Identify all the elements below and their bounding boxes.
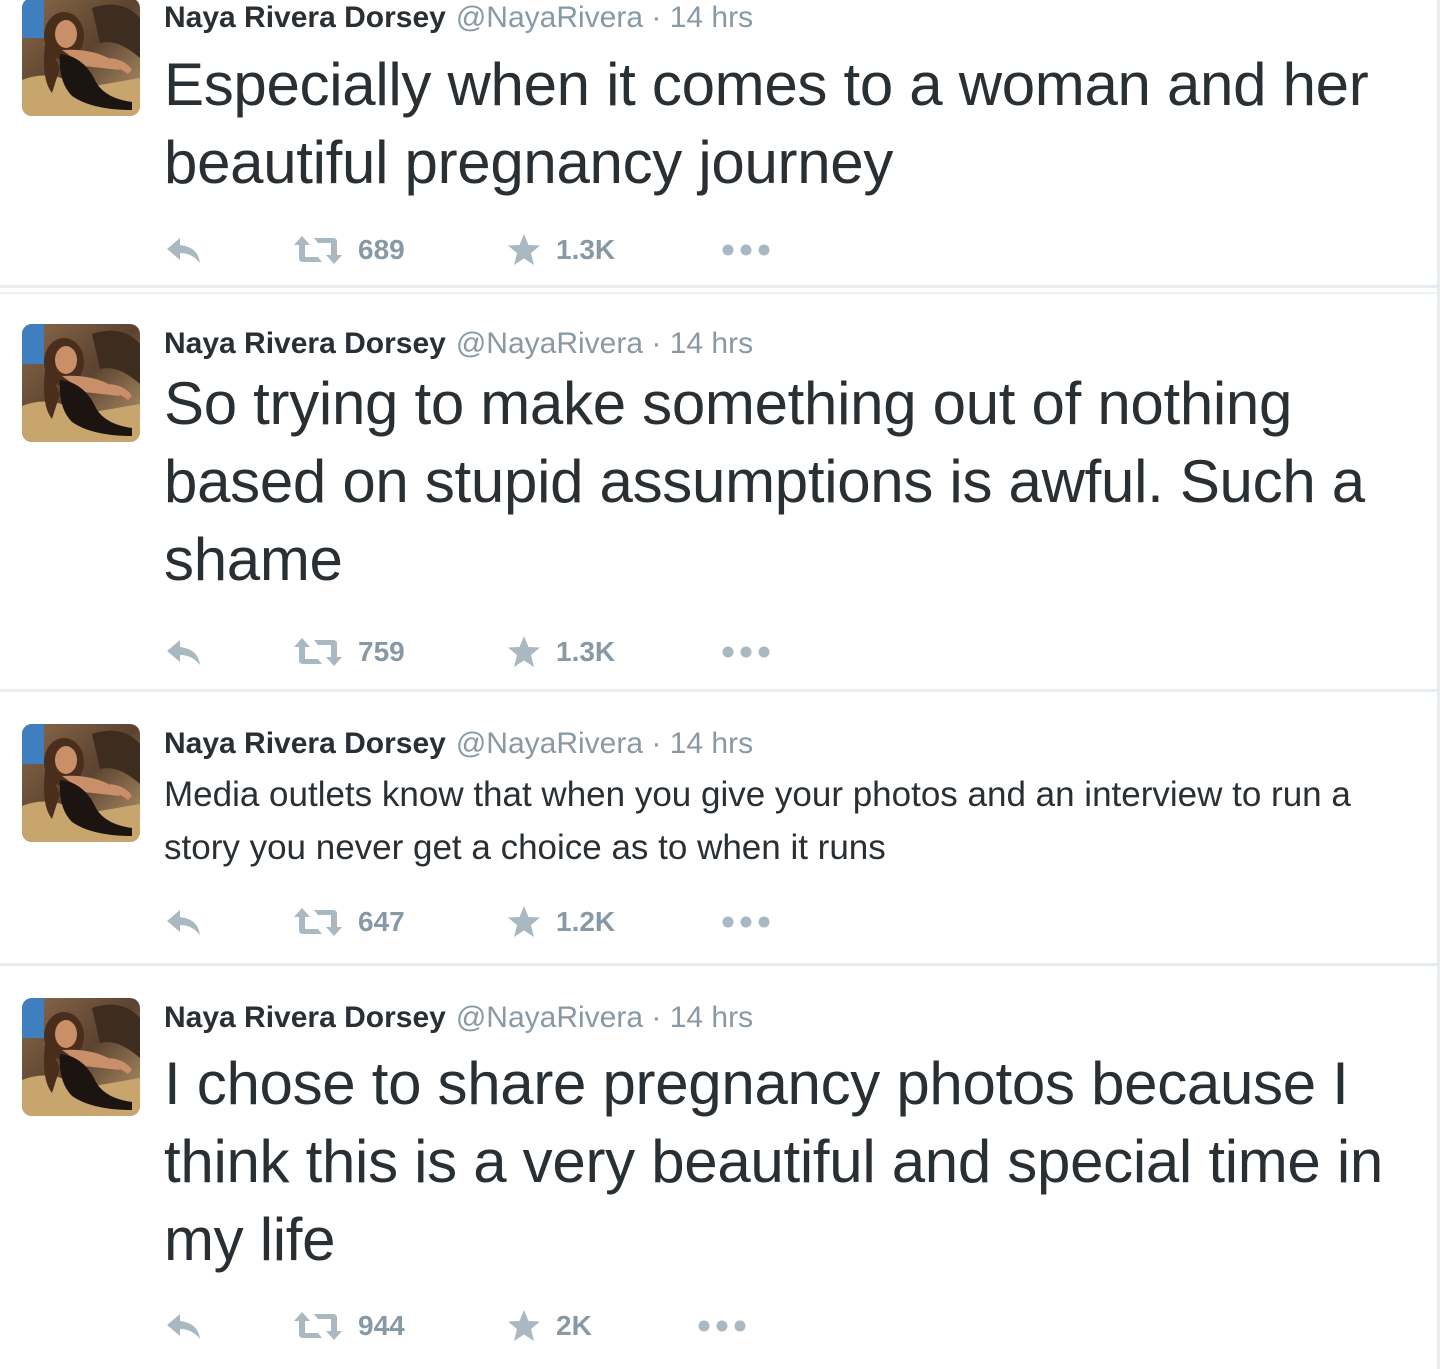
more-dots-icon bbox=[720, 644, 772, 660]
tweet[interactable]: Naya Rivera Dorsey @NayaRivera · 14 hrs S… bbox=[0, 292, 1437, 692]
tweet-header: Naya Rivera Dorsey @NayaRivera · 14 hrs bbox=[164, 326, 753, 362]
more-dots-icon bbox=[720, 242, 772, 258]
author-fullname[interactable]: Naya Rivera Dorsey bbox=[164, 727, 446, 760]
favorite-count: 1.2K bbox=[556, 906, 616, 937]
tweet[interactable]: Naya Rivera Dorsey @NayaRivera · 14 hrs E… bbox=[0, 0, 1437, 288]
more-button[interactable] bbox=[720, 228, 772, 272]
retweet-icon bbox=[292, 234, 344, 266]
retweet-count: 689 bbox=[358, 234, 405, 265]
avatar[interactable] bbox=[22, 324, 140, 442]
tweet-actions: 647 1.2K bbox=[164, 900, 864, 944]
favorite-button[interactable]: 1.3K bbox=[506, 228, 615, 272]
retweet-button[interactable]: 944 bbox=[292, 1304, 405, 1348]
reply-button[interactable] bbox=[164, 228, 204, 272]
more-button[interactable] bbox=[696, 1304, 748, 1348]
tweet-actions: 759 1.3K bbox=[164, 630, 864, 674]
reply-icon bbox=[164, 636, 204, 668]
more-button[interactable] bbox=[720, 900, 772, 944]
retweet-icon bbox=[292, 636, 344, 668]
tweet-timeline: Naya Rivera Dorsey @NayaRivera · 14 hrs E… bbox=[0, 0, 1440, 1369]
retweet-button[interactable]: 759 bbox=[292, 630, 405, 674]
retweet-count: 647 bbox=[358, 906, 405, 937]
reply-icon bbox=[164, 906, 204, 938]
reply-icon bbox=[164, 234, 204, 266]
retweet-icon bbox=[292, 1310, 344, 1342]
more-dots-icon bbox=[720, 914, 772, 930]
author-fullname[interactable]: Naya Rivera Dorsey bbox=[164, 327, 446, 360]
favorite-count: 1.3K bbox=[556, 636, 616, 667]
separator: · bbox=[651, 727, 662, 760]
retweet-count: 944 bbox=[358, 1310, 405, 1341]
tweet-timestamp[interactable]: 14 hrs bbox=[670, 727, 753, 760]
star-icon bbox=[506, 1308, 542, 1344]
tweet-timestamp[interactable]: 14 hrs bbox=[670, 327, 753, 360]
separator: · bbox=[651, 327, 662, 360]
favorite-button[interactable]: 2K bbox=[506, 1304, 592, 1348]
favorite-button[interactable]: 1.2K bbox=[506, 900, 615, 944]
reply-icon bbox=[164, 1310, 204, 1342]
reply-button[interactable] bbox=[164, 630, 204, 674]
retweet-count: 759 bbox=[358, 636, 405, 667]
author-username[interactable]: @NayaRivera bbox=[456, 1, 643, 34]
tweet-header: Naya Rivera Dorsey @NayaRivera · 14 hrs bbox=[164, 0, 753, 36]
avatar-image bbox=[22, 724, 140, 842]
avatar[interactable] bbox=[22, 724, 140, 842]
favorite-count: 2K bbox=[556, 1310, 592, 1341]
author-username[interactable]: @NayaRivera bbox=[456, 327, 643, 360]
star-icon bbox=[506, 634, 542, 670]
avatar-image bbox=[22, 0, 140, 116]
reply-button[interactable] bbox=[164, 1304, 204, 1348]
reply-button[interactable] bbox=[164, 900, 204, 944]
tweet-header: Naya Rivera Dorsey @NayaRivera · 14 hrs bbox=[164, 1000, 753, 1036]
star-icon bbox=[506, 232, 542, 268]
author-fullname[interactable]: Naya Rivera Dorsey bbox=[164, 1, 446, 34]
tweet-actions: 689 1.3K bbox=[164, 228, 864, 272]
tweet-timestamp[interactable]: 14 hrs bbox=[670, 1001, 753, 1034]
author-username[interactable]: @NayaRivera bbox=[456, 1001, 643, 1034]
tweet-header: Naya Rivera Dorsey @NayaRivera · 14 hrs bbox=[164, 726, 753, 762]
tweet[interactable]: Naya Rivera Dorsey @NayaRivera · 14 hrs I… bbox=[0, 968, 1437, 1369]
more-dots-icon bbox=[696, 1318, 748, 1334]
tweet-text: So trying to make something out of nothi… bbox=[164, 370, 1365, 593]
avatar-image bbox=[22, 324, 140, 442]
retweet-button[interactable]: 689 bbox=[292, 228, 405, 272]
tweet-actions: 944 2K bbox=[164, 1304, 864, 1348]
author-fullname[interactable]: Naya Rivera Dorsey bbox=[164, 1001, 446, 1034]
author-username[interactable]: @NayaRivera bbox=[456, 727, 643, 760]
avatar-image bbox=[22, 998, 140, 1116]
tweet-timestamp[interactable]: 14 hrs bbox=[670, 1, 753, 34]
retweet-icon bbox=[292, 906, 344, 938]
tweet-text: Especially when it comes to a woman and … bbox=[164, 51, 1369, 196]
avatar[interactable] bbox=[22, 998, 140, 1116]
favorite-button[interactable]: 1.3K bbox=[506, 630, 615, 674]
tweet-text: Media outlets know that when you give yo… bbox=[164, 775, 1351, 867]
tweet[interactable]: Naya Rivera Dorsey @NayaRivera · 14 hrs M… bbox=[0, 694, 1437, 966]
separator: · bbox=[651, 1001, 662, 1034]
more-button[interactable] bbox=[720, 630, 772, 674]
star-icon bbox=[506, 904, 542, 940]
avatar[interactable] bbox=[22, 0, 140, 116]
favorite-count: 1.3K bbox=[556, 234, 616, 265]
retweet-button[interactable]: 647 bbox=[292, 900, 405, 944]
separator: · bbox=[651, 1, 662, 34]
tweet-text: I chose to share pregnancy photos becaus… bbox=[164, 1050, 1383, 1273]
